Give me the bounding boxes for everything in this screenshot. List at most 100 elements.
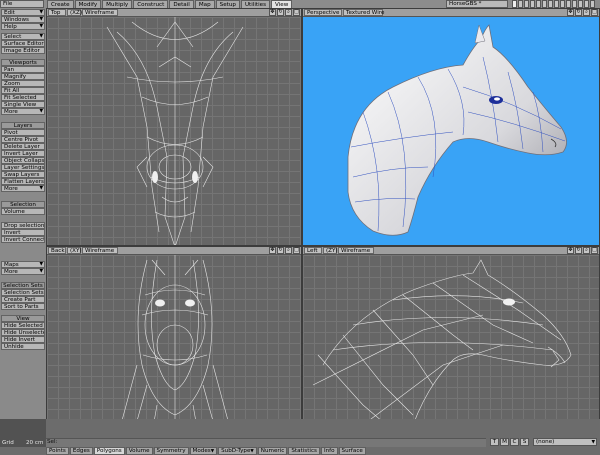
hide-selected-button[interactable]: Hide Selected — [1, 322, 45, 329]
axis-dropdown[interactable]: (ZY) — [323, 247, 338, 254]
tab-view[interactable]: View — [271, 0, 293, 8]
selection-more-menu[interactable]: More — [1, 268, 45, 275]
magnify-icon[interactable]: ⌕ — [285, 247, 292, 254]
swap-layers-button[interactable]: Swap Layers — [1, 171, 45, 178]
morph-map-button[interactable]: M — [500, 438, 509, 446]
viewport-canvas[interactable] — [47, 255, 301, 437]
symmetry-button[interactable]: Symmetry — [153, 447, 189, 455]
numeric-button[interactable]: Numeric — [257, 447, 288, 455]
unhide-button[interactable]: Unhide — [1, 343, 45, 350]
drop-selection-button[interactable]: Drop selection — [1, 222, 45, 229]
layer-box[interactable] — [536, 0, 541, 8]
magnify-icon[interactable]: ⌕ — [285, 9, 292, 16]
modes-dropdown[interactable]: Modes — [189, 447, 218, 455]
edit-menu[interactable]: Edit — [1, 9, 45, 16]
file-menu[interactable]: File — [0, 0, 44, 8]
move-icon[interactable]: ✥ — [567, 9, 574, 16]
layer-box[interactable] — [572, 0, 577, 8]
delete-layer-button[interactable]: Delete Layer — [1, 143, 45, 150]
surface-editor-button[interactable]: Surface Editor — [1, 40, 45, 47]
render-mode-dropdown[interactable]: Wireframe — [82, 9, 118, 16]
maximize-icon[interactable]: □ — [293, 9, 300, 16]
polygons-mode-button[interactable]: Polygons — [93, 447, 125, 455]
hide-unselected-button[interactable]: Hide Unselected — [1, 329, 45, 336]
tab-setup[interactable]: Setup — [215, 0, 240, 8]
viewport-top[interactable]: Top (XZ) Wireframe ✥ ↻ ⌕ □ — [46, 8, 302, 246]
statistics-button[interactable]: Statistics — [288, 447, 320, 455]
hide-invert-button[interactable]: Hide Invert — [1, 336, 45, 343]
maximize-icon[interactable]: □ — [591, 9, 598, 16]
centre-pivot-button[interactable]: Centre Pivot — [1, 136, 45, 143]
windows-menu[interactable]: Windows — [1, 16, 45, 23]
image-editor-button[interactable]: Image Editor — [1, 47, 45, 54]
layer-box[interactable] — [518, 0, 523, 8]
layer-box[interactable] — [530, 0, 535, 8]
viewport-perspective[interactable]: Perspective Textured Wire ✥ ↻ ⌕ □ — [302, 8, 600, 246]
layer-box[interactable] — [578, 0, 583, 8]
points-mode-button[interactable]: Points — [46, 447, 69, 455]
tab-utilities[interactable]: Utilities — [240, 0, 270, 8]
selection-sets-button[interactable]: Selection Sets — [1, 289, 45, 296]
axis-dropdown[interactable]: (XY) — [67, 247, 82, 254]
viewport-canvas[interactable] — [47, 17, 301, 245]
move-icon[interactable]: ✥ — [269, 9, 276, 16]
layer-box[interactable] — [584, 0, 589, 8]
layer-box[interactable] — [548, 0, 553, 8]
layer-box[interactable] — [590, 0, 595, 8]
zoom-button[interactable]: Zoom — [1, 80, 45, 87]
axis-dropdown[interactable]: (XZ) — [67, 9, 82, 16]
view-type-dropdown[interactable]: Left — [304, 247, 322, 254]
pan-button[interactable]: Pan — [1, 66, 45, 73]
texture-map-button[interactable]: T — [490, 438, 499, 446]
rotate-icon[interactable]: ↻ — [575, 247, 582, 254]
select-menu[interactable]: Select — [1, 33, 45, 40]
rotate-icon[interactable]: ↻ — [277, 247, 284, 254]
layer-box[interactable] — [524, 0, 529, 8]
color-map-button[interactable]: C — [510, 438, 519, 446]
info-button[interactable]: Info — [320, 447, 338, 455]
tab-modify[interactable]: Modify — [74, 0, 102, 8]
tab-detail[interactable]: Detail — [169, 0, 194, 8]
layers-more-menu[interactable]: More — [1, 185, 45, 192]
help-menu[interactable]: Help — [1, 23, 45, 30]
object-collapse-button[interactable]: Object Collapse — [1, 157, 45, 164]
viewport-back[interactable]: Back (XY) Wireframe ✥ ↻ ⌕ □ — [46, 246, 302, 438]
subd-type-dropdown[interactable]: SubD-Type — [218, 447, 257, 455]
invert-connected-button[interactable]: Invert Connected — [1, 236, 45, 243]
edges-mode-button[interactable]: Edges — [69, 447, 93, 455]
tab-construct[interactable]: Construct — [133, 0, 169, 8]
viewport-left[interactable]: Left (ZY) Wireframe ✥ ↻ ⌕ □ — [302, 246, 600, 438]
viewport-canvas[interactable] — [303, 255, 599, 437]
tab-map[interactable]: Map — [194, 0, 215, 8]
render-mode-dropdown[interactable]: Wireframe — [82, 247, 118, 254]
magnify-icon[interactable]: ⌕ — [583, 247, 590, 254]
viewport-canvas[interactable] — [303, 17, 599, 245]
volume-button[interactable]: Volume — [1, 208, 45, 215]
maximize-icon[interactable]: □ — [293, 247, 300, 254]
create-part-button[interactable]: Create Part — [1, 296, 45, 303]
tab-multiply[interactable]: Multiply — [102, 0, 133, 8]
rotate-icon[interactable]: ↻ — [575, 9, 582, 16]
surface-button[interactable]: Surface — [338, 447, 366, 455]
vertex-map-dropdown[interactable]: (none) — [533, 438, 597, 446]
invert-button[interactable]: Invert — [1, 229, 45, 236]
pivot-button[interactable]: Pivot — [1, 129, 45, 136]
render-mode-dropdown[interactable]: Textured Wire — [343, 9, 384, 16]
view-type-dropdown[interactable]: Perspective — [304, 9, 342, 16]
magnify-icon[interactable]: ⌕ — [583, 9, 590, 16]
rotate-icon[interactable]: ↻ — [277, 9, 284, 16]
sort-to-parts-button[interactable]: Sort to Parts — [1, 303, 45, 310]
move-icon[interactable]: ✥ — [567, 247, 574, 254]
maps-menu[interactable]: Maps — [1, 261, 45, 268]
view-type-dropdown[interactable]: Back — [48, 247, 66, 254]
volume-mode-button[interactable]: Volume — [125, 447, 153, 455]
scene-selector[interactable]: HorseGBS * — [446, 0, 508, 8]
layer-settings-button[interactable]: Layer Settings — [1, 164, 45, 171]
view-type-dropdown[interactable]: Top — [48, 9, 66, 16]
viewports-more-menu[interactable]: More — [1, 108, 45, 115]
layer-box[interactable] — [554, 0, 559, 8]
invert-layer-button[interactable]: Invert Layer — [1, 150, 45, 157]
layer-box[interactable] — [566, 0, 571, 8]
single-view-button[interactable]: Single View — [1, 101, 45, 108]
magnify-button[interactable]: Magnify — [1, 73, 45, 80]
